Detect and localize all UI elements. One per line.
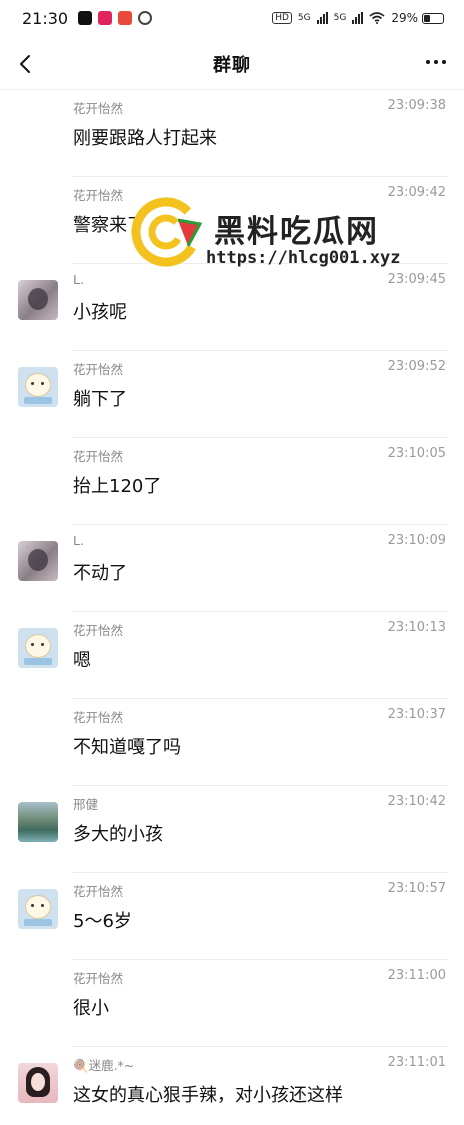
message-time: 23:11:00 [387, 968, 446, 983]
sender-name[interactable]: 邢健 [73, 794, 98, 813]
battery-fill [424, 14, 430, 22]
sender-name[interactable]: 花开怡然 [73, 185, 123, 204]
sender-name[interactable]: 花开怡然 [73, 98, 123, 117]
network-type-2: 5G [333, 13, 347, 23]
battery-percent: 29% [391, 11, 418, 25]
avatar[interactable] [18, 280, 58, 320]
message-text[interactable]: 5～6岁 [73, 907, 132, 933]
battery-icon [422, 12, 444, 24]
message-time: 23:09:52 [387, 359, 446, 374]
avatar[interactable] [18, 1063, 58, 1103]
message-item[interactable]: 花开怡然 23:09:42 警察来了 [0, 177, 464, 264]
message-item[interactable]: 花开怡然 23:10:05 抬上120了 [0, 438, 464, 525]
message-item[interactable]: 花开怡然 23:10:13 嗯 [0, 612, 464, 699]
wifi-icon [369, 12, 385, 24]
sync-icon [138, 11, 153, 25]
status-time: 21:30 [22, 8, 69, 28]
message-text[interactable]: 刚要跟路人打起来 [73, 124, 217, 150]
sender-name[interactable]: 花开怡然 [73, 359, 123, 378]
status-right: HD 5G 5G 29% [272, 11, 444, 25]
message-item[interactable]: 花开怡然 23:10:37 不知道嘎了吗 [0, 699, 464, 786]
message-text[interactable]: 躺下了 [73, 385, 127, 411]
sender-name[interactable]: 花开怡然 [73, 707, 123, 726]
sender-name[interactable]: 花开怡然 [73, 620, 123, 639]
message-text[interactable]: 抬上120了 [73, 472, 161, 498]
message-text[interactable]: 警察来了 [73, 211, 145, 237]
message-item[interactable]: 花开怡然 23:11:00 很小 [0, 960, 464, 1047]
status-bar: 21:30 HD 5G 5G 29% [0, 0, 464, 36]
avatar[interactable] [18, 367, 58, 407]
message-time: 23:09:38 [387, 98, 446, 113]
status-left: 21:30 [22, 8, 153, 28]
message-time: 23:11:01 [387, 1055, 446, 1070]
battery: 29% [391, 11, 444, 25]
message-item[interactable]: L. 23:09:45 小孩呢 [0, 264, 464, 351]
sender-name[interactable]: 🍭迷鹿.*~ [73, 1055, 134, 1074]
signal-icon [316, 12, 328, 24]
sender-name[interactable]: 花开怡然 [73, 446, 123, 465]
message-item[interactable]: 花开怡然 23:10:57 5～6岁 [0, 873, 464, 960]
message-text[interactable]: 多大的小孩 [73, 820, 163, 846]
mail-notification-icon [118, 11, 133, 25]
message-item[interactable]: 花开怡然 23:09:52 躺下了 [0, 351, 464, 438]
chevron-left-icon[interactable] [12, 50, 40, 78]
message-text[interactable]: 小孩呢 [73, 298, 127, 324]
chat-header: 群聊 [0, 38, 464, 90]
hd-icon: HD [272, 12, 292, 24]
tiktok-icon [78, 11, 93, 25]
sender-name[interactable]: 花开怡然 [73, 881, 123, 900]
message-text[interactable]: 不动了 [73, 559, 127, 585]
network-type: 5G [297, 13, 311, 23]
avatar[interactable] [18, 628, 58, 668]
message-time: 23:10:42 [387, 794, 446, 809]
message-time: 23:10:37 [387, 707, 446, 722]
message-text[interactable]: 嗯 [73, 646, 91, 672]
avatar[interactable] [18, 802, 58, 842]
more-dots-icon[interactable] [426, 60, 446, 64]
message-item[interactable]: L. 23:10:09 不动了 [0, 525, 464, 612]
app-notification-icon [98, 11, 113, 25]
sender-name[interactable]: L. [73, 272, 84, 287]
avatar[interactable] [18, 541, 58, 581]
sender-name[interactable]: 花开怡然 [73, 968, 123, 987]
message-text[interactable]: 这女的真心狠手辣，对小孩还这样 [73, 1081, 343, 1107]
message-item[interactable]: 🍭迷鹿.*~ 23:11:01 这女的真心狠手辣，对小孩还这样 [0, 1047, 464, 1125]
message-time: 23:10:13 [387, 620, 446, 635]
message-time: 23:10:05 [387, 446, 446, 461]
message-time: 23:09:42 [387, 185, 446, 200]
message-time: 23:09:45 [387, 272, 446, 287]
signal-icon-2 [352, 12, 364, 24]
message-time: 23:10:57 [387, 881, 446, 896]
message-text[interactable]: 不知道嘎了吗 [73, 733, 181, 759]
message-item[interactable]: 花开怡然 23:09:38 刚要跟路人打起来 [0, 90, 464, 177]
message-time: 23:10:09 [387, 533, 446, 548]
page-title: 群聊 [213, 54, 251, 76]
message-item[interactable]: 邢健 23:10:42 多大的小孩 [0, 786, 464, 873]
avatar[interactable] [18, 889, 58, 929]
sender-name[interactable]: L. [73, 533, 84, 548]
message-text[interactable]: 很小 [73, 994, 109, 1020]
